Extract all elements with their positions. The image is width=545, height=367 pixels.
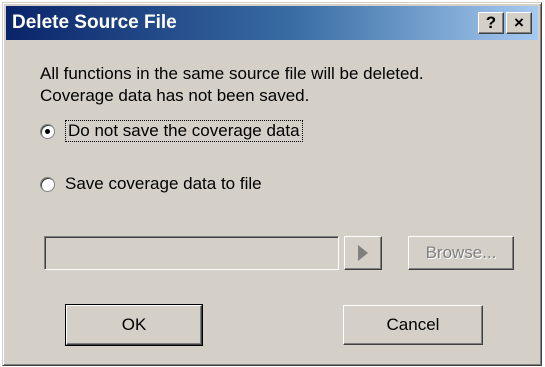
radio-label-do-not-save[interactable]: Do not save the coverage data [65, 120, 303, 142]
dialog-title: Delete Source File [12, 12, 177, 33]
browse-button[interactable]: Browse... [408, 236, 514, 270]
help-button[interactable]: ? [478, 12, 504, 34]
play-arrow-icon [358, 245, 368, 261]
close-button[interactable]: × [506, 12, 532, 34]
title-bar[interactable]: Delete Source File ? × [6, 6, 538, 40]
message-line-1: All functions in the same source file wi… [40, 64, 424, 83]
radio-label-save-to-file[interactable]: Save coverage data to file [65, 174, 262, 194]
radio-button-save-to-file[interactable] [40, 176, 55, 192]
radio-option-save-to-file[interactable]: Save coverage data to file [40, 174, 262, 194]
cancel-button[interactable]: Cancel [343, 305, 483, 345]
radio-selected-dot [45, 128, 50, 134]
ok-button[interactable]: OK [65, 304, 203, 346]
radio-option-do-not-save[interactable]: Do not save the coverage data [40, 120, 303, 142]
arrow-button[interactable] [344, 236, 382, 270]
option-label-text: Do not save the coverage data [68, 121, 300, 140]
file-path-input[interactable] [44, 236, 339, 270]
message-line-2: Coverage data has not been saved. [40, 86, 310, 105]
radio-button-do-not-save[interactable] [40, 123, 55, 139]
